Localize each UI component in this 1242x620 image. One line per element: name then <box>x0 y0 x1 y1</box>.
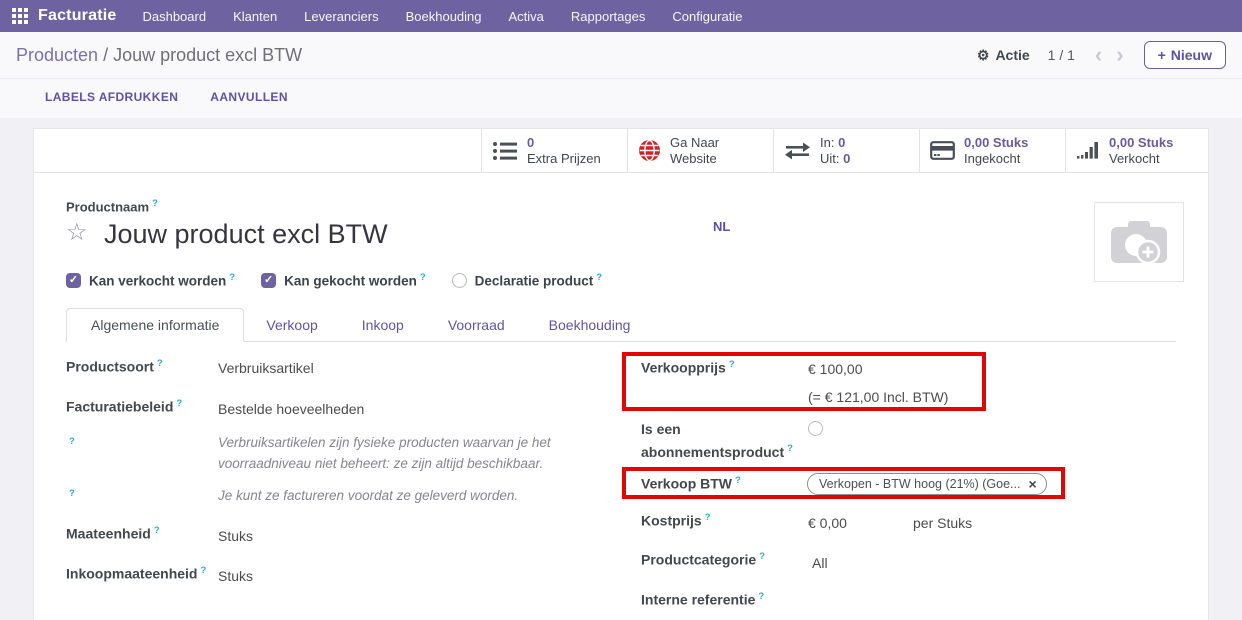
tab-voorraad[interactable]: Voorraad <box>426 309 527 341</box>
product-form-sheet: 0 Extra Prijzen Ga Naar Website In: 0 Ui… <box>33 128 1209 620</box>
moves-in-value: 0 <box>838 135 845 150</box>
stat-button-sold[interactable]: 0,00 Stuks Verkocht <box>1065 129 1208 172</box>
transfer-arrows-icon <box>784 141 811 161</box>
nav-item-configuratie[interactable]: Configuratie <box>672 9 742 24</box>
btw-tag[interactable]: Verkopen - BTW hoog (21%) (Goe... × <box>807 473 1047 495</box>
nav-item-boekhouding[interactable]: Boekhouding <box>406 9 482 24</box>
nav-item-rapportages[interactable]: Rapportages <box>571 9 645 24</box>
verkoopprijs-value[interactable]: € 100,00 <box>808 361 863 377</box>
enrich-button[interactable]: AANVULLEN <box>210 90 288 104</box>
empty-checkbox-icon <box>452 273 467 288</box>
stat-button-extra-prices[interactable]: 0 Extra Prijzen <box>481 129 627 172</box>
nav-item-leveranciers[interactable]: Leveranciers <box>304 9 378 24</box>
maateenheid-value[interactable]: Stuks <box>218 528 253 544</box>
notebook-tabs: Algemene informatie Verkoop Inkoop Voorr… <box>66 307 1176 342</box>
new-record-button[interactable]: +Nieuw <box>1144 41 1226 69</box>
kostprijs-label: Kostprijs? <box>641 512 711 529</box>
interne-referentie-label: Interne referentie? <box>641 591 764 608</box>
stat-button-product-moves[interactable]: In: 0 Uit: 0 <box>773 129 919 172</box>
productsoort-label: Productsoort? <box>66 358 163 375</box>
tab-boekhouding[interactable]: Boekhouding <box>527 309 653 341</box>
extra-prices-label: Extra Prijzen <box>527 151 601 166</box>
tab-verkoop[interactable]: Verkoop <box>244 309 339 341</box>
checkbox-kan-gekocht-worden[interactable]: ✓ Kan gekocht worden? <box>261 272 426 289</box>
moves-out-label: Uit: <box>820 151 840 166</box>
nav-item-klanten[interactable]: Klanten <box>233 9 277 24</box>
app-title[interactable]: Facturatie <box>38 7 116 25</box>
breadcrumb-separator: / <box>103 45 113 65</box>
nav-menu: Dashboard Klanten Leveranciers Boekhoudi… <box>142 9 742 24</box>
extra-prices-count: 0 <box>527 135 601 151</box>
help-marker: ? <box>152 198 158 209</box>
remove-tag-icon[interactable]: × <box>1028 477 1036 491</box>
sold-label: Verkocht <box>1109 151 1160 166</box>
print-labels-button[interactable]: LABELS AFDRUKKEN <box>45 90 178 104</box>
camera-plus-icon <box>1108 216 1170 268</box>
kostprijs-unit: per Stuks <box>913 515 972 531</box>
nav-item-dashboard[interactable]: Dashboard <box>142 9 206 24</box>
help-marker: ? <box>69 488 75 499</box>
moves-in-label: In: <box>820 135 834 150</box>
product-image-upload[interactable] <box>1094 202 1184 282</box>
plus-icon: + <box>1158 47 1166 63</box>
product-type-note: Verbruiksartikelen zijn fysieke producte… <box>218 432 558 474</box>
stat-button-purchased[interactable]: 0,00 Stuks Ingekocht <box>919 129 1065 172</box>
verkoop-btw-label: Verkoop BTW? <box>641 475 741 492</box>
breadcrumb-current: Jouw product excl BTW <box>113 45 302 65</box>
inkoopmaateenheid-label: Inkoopmaateenheid? <box>66 565 206 582</box>
favorite-star-icon[interactable]: ☆ <box>66 218 88 247</box>
tab-inkoop[interactable]: Inkoop <box>340 309 426 341</box>
stat-button-go-to-website[interactable]: Ga Naar Website <box>627 129 773 172</box>
stat-button-bar: 0 Extra Prijzen Ga Naar Website In: 0 Ui… <box>34 129 1208 173</box>
translation-badge[interactable]: NL <box>713 219 730 234</box>
inkoopmaateenheid-value[interactable]: Stuks <box>218 568 253 584</box>
action-menu-button[interactable]: ⚙ Actie <box>977 47 1030 64</box>
abonnement-label: Is een abonnementsproduct? <box>641 419 793 462</box>
top-navbar: Facturatie Dashboard Klanten Leverancier… <box>0 0 1242 32</box>
breadcrumb-parent[interactable]: Producten <box>16 45 98 65</box>
sold-value: 0,00 Stuks <box>1109 135 1173 151</box>
checkbox-declaratie-product[interactable]: Declaratie product? <box>452 272 602 289</box>
globe-icon <box>638 139 661 162</box>
maateenheid-label: Maateenheid? <box>66 525 160 542</box>
product-name-input[interactable]: Jouw product excl BTW <box>104 219 388 250</box>
nav-item-activa[interactable]: Activa <box>509 9 544 24</box>
breadcrumb: Producten / Jouw product excl BTW <box>16 45 302 66</box>
verkoopprijs-label: Verkoopprijs? <box>641 359 735 376</box>
apps-grid-icon[interactable] <box>12 8 28 24</box>
control-panel: Producten / Jouw product excl BTW ⚙ Acti… <box>0 32 1242 118</box>
productsoort-value[interactable]: Verbruiksartikel <box>218 360 314 376</box>
pager-previous-icon[interactable]: ‹ <box>1093 46 1104 64</box>
moves-out-value: 0 <box>843 151 850 166</box>
purchased-value: 0,00 Stuks <box>964 135 1028 151</box>
productcategorie-value[interactable]: All <box>812 555 828 571</box>
facturatiebeleid-value[interactable]: Bestelde hoeveelheden <box>218 401 364 417</box>
product-name-label: Productnaam? <box>66 198 158 214</box>
abonnement-checkbox[interactable] <box>808 421 823 436</box>
bar-chart-icon <box>1076 141 1100 160</box>
pager-next-icon[interactable]: › <box>1114 46 1125 64</box>
website-label-line2: Website <box>670 151 717 166</box>
facturatiebeleid-label: Facturatiebeleid? <box>66 398 182 415</box>
purchased-label: Ingekocht <box>964 151 1020 166</box>
btw-tag-text: Verkopen - BTW hoog (21%) (Goe... <box>819 477 1020 491</box>
verkoopprijs-incl-btw: (= € 121,00 Incl. BTW) <box>808 389 948 405</box>
help-marker: ? <box>69 436 75 447</box>
checked-checkbox-icon: ✓ <box>261 273 276 288</box>
checkbox-kan-verkocht-worden[interactable]: ✓ Kan verkocht worden? <box>66 272 235 289</box>
record-pager: 1 / 1 <box>1048 47 1075 63</box>
gear-icon: ⚙ <box>977 47 990 64</box>
product-flags: ✓ Kan verkocht worden? ✓ Kan gekocht wor… <box>66 272 602 289</box>
invoicing-note: Je kunt ze factureren voordat ze gelever… <box>218 485 578 506</box>
credit-card-icon <box>930 141 955 160</box>
kostprijs-value[interactable]: € 0,00 <box>808 515 847 531</box>
productcategorie-label: Productcategorie? <box>641 551 765 568</box>
checked-checkbox-icon: ✓ <box>66 273 81 288</box>
action-label: Actie <box>995 47 1029 63</box>
list-icon <box>492 140 518 162</box>
tab-algemene-informatie[interactable]: Algemene informatie <box>66 308 244 342</box>
website-label-line1: Ga Naar <box>670 135 719 151</box>
